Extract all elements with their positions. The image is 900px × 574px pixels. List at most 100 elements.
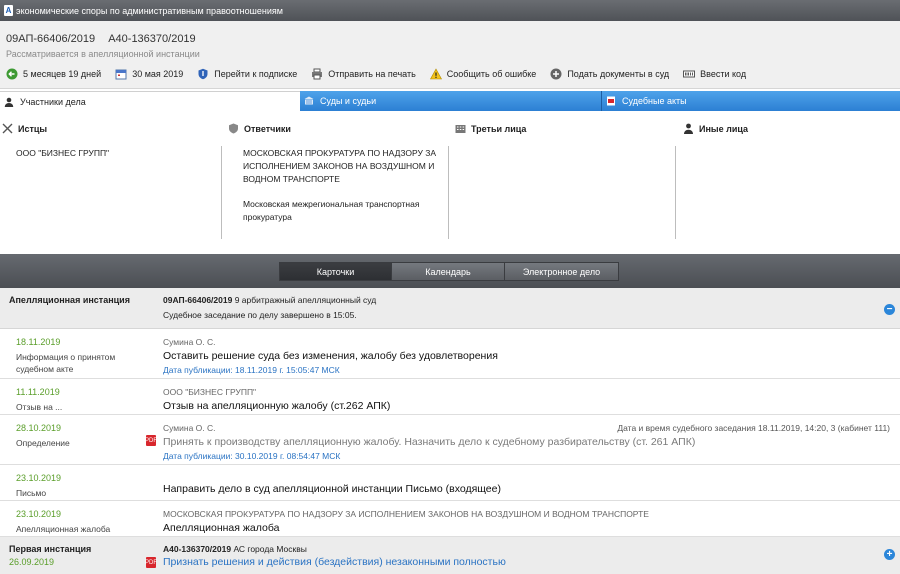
person-icon: [4, 97, 14, 107]
case-number-appeal[interactable]: 09АП-66406/2019: [6, 33, 95, 45]
calendar-icon: [115, 68, 127, 80]
column-divider: [675, 146, 676, 239]
parties-panel: Истцы ООО "БИЗНЕС ГРУПП" Ответчики МОСКО…: [0, 111, 900, 254]
first-instance-header: Первая инстанция 26.09.2019 А40-136370/2…: [0, 537, 900, 574]
pdf-icon[interactable]: PDF: [145, 557, 157, 568]
table-row: 23.10.2019 Письмо Направить дело в суд а…: [0, 465, 900, 501]
event-author: Сумина О. С.: [163, 423, 216, 433]
print-button[interactable]: Отправить на печать: [311, 68, 416, 80]
building-icon: [455, 123, 466, 134]
plaintiff-item[interactable]: ООО "БИЗНЕС ГРУПП": [16, 147, 109, 160]
event-date: 23.10.2019: [16, 509, 62, 519]
instance-court: 09АП-66406/2019 9 арбитражный апелляцион…: [163, 295, 376, 305]
tab-acts[interactable]: Судебные акты: [602, 91, 900, 111]
case-numbers: 09АП-66406/2019 А40-136370/2019: [6, 33, 206, 45]
third-parties-header: Третьи лица: [455, 123, 526, 134]
instance-court-name: АС города Москвы: [233, 544, 307, 554]
plaintiffs-header: Истцы: [2, 123, 47, 134]
shield-icon: [197, 68, 209, 80]
event-type: Определение: [16, 438, 70, 448]
submit-docs-button[interactable]: Подать документы в суд: [550, 68, 669, 80]
case-number-first[interactable]: А40-136370/2019: [108, 33, 195, 45]
date-text: 30 мая 2019: [132, 69, 184, 79]
instance-decision-link[interactable]: Признать решения и действия (бездействия…: [163, 556, 506, 568]
event-publication-date[interactable]: Дата публикации: 30.10.2019 г. 08:54:47 …: [163, 451, 340, 461]
view-switcher-bar: Карточки Календарь Электронное дело: [0, 254, 900, 288]
event-author: ООО "БИЗНЕС ГРУПП": [163, 387, 257, 397]
defendants-header: Ответчики: [228, 123, 291, 134]
instance-date: 26.09.2019: [9, 557, 55, 567]
case-tabs: Участники дела Суды и судьи Судебные акт…: [0, 91, 900, 111]
view-cards-button[interactable]: Карточки: [279, 262, 392, 281]
back-arrow-icon: [6, 68, 18, 80]
print-label: Отправить на печать: [328, 69, 416, 79]
enter-code-button[interactable]: Ввести код: [683, 68, 746, 80]
view-ecase-button[interactable]: Электронное дело: [505, 262, 619, 281]
window-titlebar: A экономические споры по административны…: [0, 0, 900, 21]
event-publication-date[interactable]: Дата публикации: 18.11.2019 г. 15:05:47 …: [163, 365, 340, 375]
instance-name: Первая инстанция: [9, 544, 92, 554]
window-title: экономические споры по административным …: [16, 5, 283, 16]
person-icon: [683, 123, 694, 134]
case-header: 09АП-66406/2019 А40-136370/2019 Рассматр…: [0, 21, 900, 89]
barcode-icon: [683, 68, 696, 80]
table-row: 28.10.2019 Определение Сумина О. С. Дата…: [0, 415, 900, 465]
swords-icon: [2, 123, 13, 134]
report-error-label: Сообщить об ошибке: [446, 69, 537, 79]
plaintiffs-list: ООО "БИЗНЕС ГРУПП": [16, 147, 109, 172]
pdf-icon: [606, 96, 616, 106]
collapse-icon[interactable]: −: [884, 304, 895, 315]
view-calendar-button[interactable]: Календарь: [392, 262, 505, 281]
view-switcher: Карточки Календарь Электронное дело: [279, 262, 619, 281]
defendant-item[interactable]: МОСКОВСКАЯ ПРОКУРАТУРА ПО НАДЗОРУ ЗА ИСП…: [243, 147, 438, 186]
date-item: 30 мая 2019: [115, 68, 183, 80]
tab-participants-label: Участники дела: [20, 96, 86, 107]
table-row: 11.11.2019 Отзыв на ... ООО "БИЗНЕС ГРУП…: [0, 379, 900, 415]
app-icon: A: [4, 5, 13, 16]
tab-participants[interactable]: Участники дела: [0, 91, 300, 111]
subscribe-label: Перейти к подписке: [214, 69, 298, 79]
event-author: МОСКОВСКАЯ ПРОКУРАТУРА ПО НАДЗОРУ ЗА ИСП…: [163, 509, 649, 519]
event-author: Сумина О. С.: [163, 337, 216, 347]
instance-case-no[interactable]: А40-136370/2019: [163, 544, 231, 554]
appeal-instance-header: Апелляционная инстанция 09АП-66406/2019 …: [0, 288, 900, 329]
event-type: Отзыв на ...: [16, 402, 63, 412]
event-title: Направить дело в суд апелляционной инста…: [163, 483, 501, 495]
enter-code-label: Ввести код: [700, 69, 747, 79]
column-divider: [221, 146, 222, 239]
pdf-icon[interactable]: PDF: [145, 435, 157, 446]
instance-case-no[interactable]: 09АП-66406/2019: [163, 295, 232, 305]
instance-status: Судебное заседание по делу завершено в 1…: [163, 310, 357, 320]
event-title: Оставить решение суда без изменения, жал…: [163, 350, 498, 362]
case-toolbar: 5 месяцев 19 дней 30 мая 2019 Перейти к …: [6, 68, 760, 80]
defendants-list: МОСКОВСКАЯ ПРОКУРАТУРА ПО НАДЗОРУ ЗА ИСП…: [243, 147, 438, 236]
instance-court: А40-136370/2019 АС города Москвы: [163, 544, 307, 554]
event-title: Апелляционная жалоба: [163, 522, 280, 534]
table-row: 18.11.2019 Информация о принятом судебно…: [0, 329, 900, 379]
event-type: Апелляционная жалоба: [16, 524, 111, 534]
tab-courts[interactable]: Суды и судьи: [300, 91, 602, 111]
event-title-link[interactable]: Принять к производству апелляционную жал…: [163, 436, 695, 448]
report-error-button[interactable]: Сообщить об ошибке: [429, 68, 537, 80]
event-date: 28.10.2019: [16, 423, 62, 433]
duration-text: 5 месяцев 19 дней: [23, 69, 102, 79]
submit-docs-label: Подать документы в суд: [567, 69, 670, 79]
plus-circle-icon: [550, 68, 562, 80]
printer-icon: [311, 68, 323, 80]
duration-item: 5 месяцев 19 дней: [6, 68, 101, 80]
subscribe-button[interactable]: Перейти к подписке: [197, 68, 297, 80]
instance-name: Апелляционная инстанция: [9, 295, 130, 305]
event-date: 18.11.2019: [16, 337, 61, 347]
warning-icon: [429, 68, 442, 80]
event-type: Информация о принятом судебном акте: [16, 352, 116, 374]
building-icon: [304, 96, 314, 106]
event-date: 11.11.2019: [16, 387, 60, 397]
defendant-item[interactable]: Московская межрегиональная транспортная …: [243, 198, 438, 224]
tab-courts-label: Суды и судьи: [320, 96, 377, 106]
event-title: Отзыв на апелляционную жалобу (ст.262 АП…: [163, 400, 391, 412]
expand-icon[interactable]: +: [884, 549, 895, 560]
event-type: Письмо: [16, 488, 47, 498]
tab-acts-label: Судебные акты: [622, 96, 687, 106]
case-status: Рассматривается в апелляционной инстанци…: [6, 49, 200, 59]
instance-court-name: 9 арбитражный апелляционный суд: [234, 295, 377, 305]
